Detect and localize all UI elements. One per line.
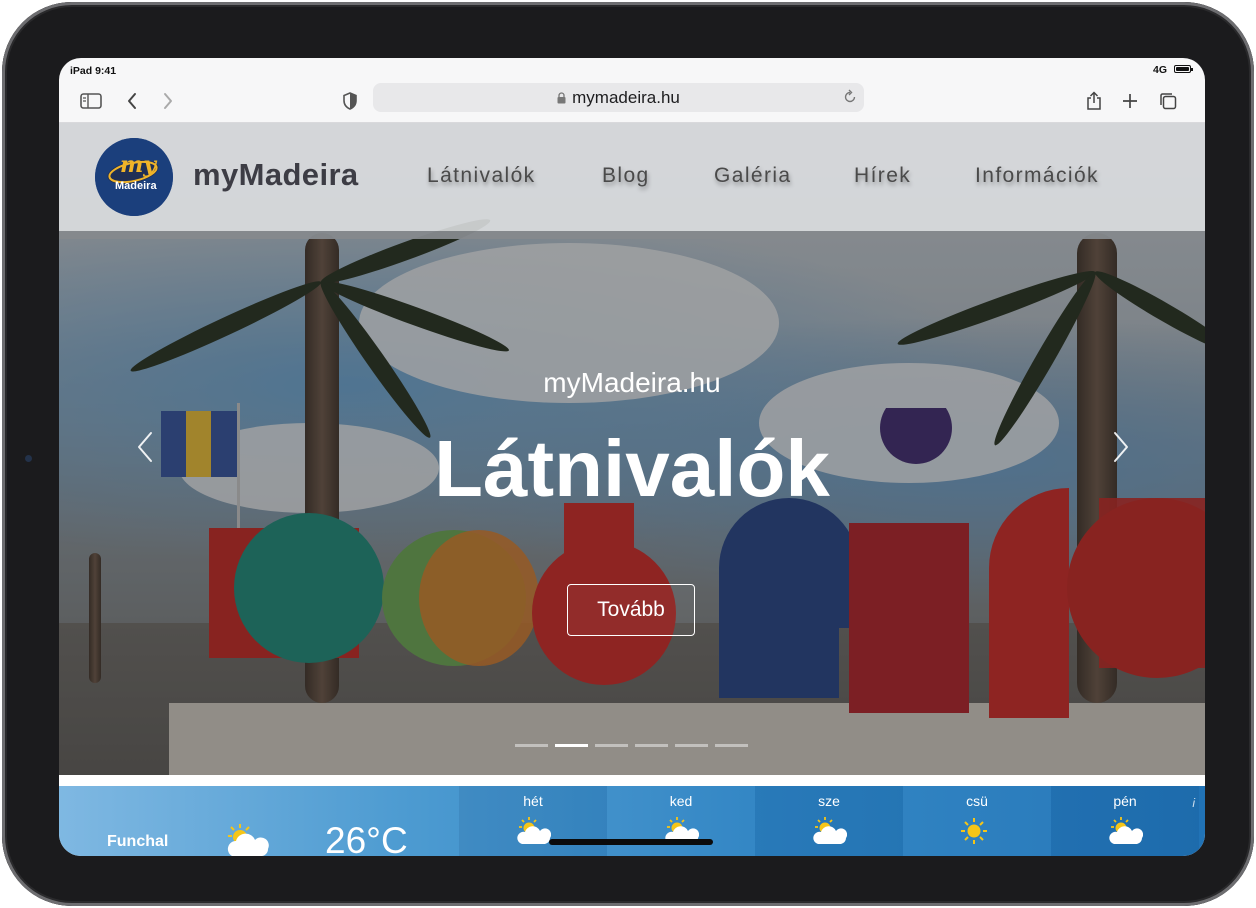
logo-text-top: my [120, 152, 157, 178]
slide-indicator[interactable] [675, 744, 708, 747]
hero-title: Látnivalók [434, 424, 830, 513]
slide-indicator[interactable] [715, 744, 748, 747]
site-logo[interactable]: my Madeira [95, 138, 173, 216]
status-bar: iPad 9:41 4G [59, 58, 1205, 82]
network-indicator: 4G [1152, 64, 1167, 76]
prev-slide-icon[interactable] [133, 429, 159, 465]
forecast-day: sze [755, 786, 903, 856]
nav-blog[interactable]: Blog [602, 164, 650, 188]
forecast-day-label: pén [1113, 793, 1137, 809]
partly-cloudy-icon [1107, 816, 1144, 851]
logo-text-bottom: Madeira [115, 180, 157, 192]
forecast-day: ked [607, 786, 755, 856]
site-header: my Madeira myMadeira Látnivalók Blog Gal… [59, 123, 1205, 239]
sun-icon [959, 816, 989, 851]
nav-galeria[interactable]: Galéria [714, 164, 792, 188]
sidebar-icon[interactable] [77, 87, 105, 115]
forecast-day-label: ked [669, 793, 693, 809]
tabs-overview-icon[interactable] [1154, 87, 1182, 115]
reload-icon[interactable] [843, 89, 857, 110]
slide-indicators [515, 744, 748, 747]
camera-dot [25, 455, 32, 462]
partly-cloudy-icon [811, 816, 848, 851]
forecast-day: pén [1051, 786, 1199, 856]
weather-info-icon[interactable]: i [1192, 796, 1195, 810]
address-bar[interactable]: mymadeira.hu [373, 83, 864, 112]
web-page: my Madeira myMadeira Látnivalók Blog Gal… [59, 123, 1205, 856]
back-icon[interactable] [118, 87, 146, 115]
next-slide-icon[interactable] [1107, 429, 1133, 465]
partly-cloudy-icon [663, 816, 700, 851]
weather-widget: Funchal 26°C hét ked sze csü pén i [59, 786, 1205, 856]
url-text: mymadeira.hu [572, 87, 680, 107]
weather-city: Funchal [107, 833, 169, 850]
hero-carousel: my Madeira myMadeira Látnivalók Blog Gal… [59, 123, 1205, 775]
battery-icon [1174, 65, 1193, 73]
forecast-day-label: hét [523, 793, 543, 809]
weather-temperature: 26°C [325, 820, 408, 856]
forecast-day: csü [903, 786, 1051, 856]
nav-hirek[interactable]: Hírek [854, 164, 911, 188]
screen: iPad 9:41 4G mymadeira.hu my Madeira myM… [59, 58, 1205, 856]
forecast-day: hét [459, 786, 607, 856]
browser-toolbar: mymadeira.hu [59, 82, 1205, 123]
ipad-frame: iPad 9:41 4G mymadeira.hu my Madeira myM… [2, 2, 1254, 906]
forecast-day-label: csü [966, 793, 988, 809]
hero-subtitle: myMadeira.hu [543, 367, 721, 398]
home-indicator[interactable] [549, 839, 713, 845]
new-tab-icon[interactable] [1116, 87, 1144, 115]
slide-indicator[interactable] [595, 744, 628, 747]
lock-icon [557, 91, 566, 104]
privacy-shield-icon[interactable] [336, 87, 364, 115]
partly-cloudy-icon [222, 822, 270, 856]
forward-icon[interactable] [154, 87, 182, 115]
forecast-day-label: sze [818, 793, 840, 809]
nav-informaciok[interactable]: Információk [975, 164, 1099, 188]
status-time: iPad 9:41 [70, 65, 117, 77]
slide-indicator[interactable] [515, 744, 548, 747]
site-brand[interactable]: myMadeira [193, 157, 359, 193]
partly-cloudy-icon [515, 816, 552, 851]
more-button[interactable]: Tovább [567, 584, 695, 636]
share-icon[interactable] [1080, 87, 1108, 115]
slide-indicator[interactable] [635, 744, 668, 747]
nav-latnivalok[interactable]: Látnivalók [427, 164, 536, 188]
slide-indicator[interactable] [555, 744, 588, 747]
